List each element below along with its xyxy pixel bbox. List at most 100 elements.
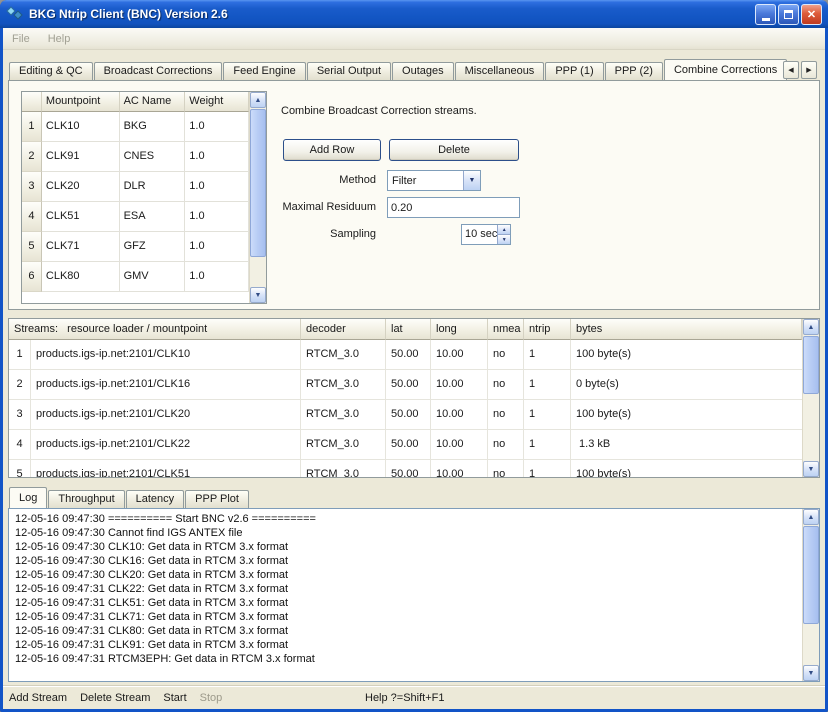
spin-down-icon[interactable]: ▼ bbox=[498, 235, 510, 244]
maximal-residuum-input[interactable] bbox=[387, 197, 520, 218]
delete-stream-action[interactable]: Delete Stream bbox=[80, 692, 150, 704]
scroll-up-icon[interactable]: ▲ bbox=[803, 509, 819, 525]
col-long[interactable]: long bbox=[431, 319, 488, 340]
cell-bytes: 100 byte(s) bbox=[571, 340, 802, 370]
cell-long: 10.00 bbox=[431, 430, 488, 460]
cell-decoder: RTCM_3.0 bbox=[301, 430, 386, 460]
main-tabbar: Editing & QC Broadcast Corrections Feed … bbox=[9, 59, 788, 80]
cell-weight: 1.0 bbox=[185, 112, 249, 142]
scroll-up-icon[interactable]: ▲ bbox=[250, 92, 266, 108]
combine-table-scrollbar[interactable]: ▲ ▼ bbox=[249, 92, 266, 303]
tab-miscellaneous[interactable]: Miscellaneous bbox=[455, 62, 545, 80]
close-button[interactable]: ✕ bbox=[801, 4, 822, 25]
log-scrollbar[interactable]: ▲ ▼ bbox=[802, 509, 819, 681]
tab-editing-qc[interactable]: Editing & QC bbox=[9, 62, 93, 80]
tab-scroll-left-button[interactable]: ◀ bbox=[783, 61, 799, 79]
tab-broadcast-corrections[interactable]: Broadcast Corrections bbox=[94, 62, 223, 80]
cell-ac-name: GFZ bbox=[120, 232, 186, 262]
window-body: File Help Editing & QC Broadcast Correct… bbox=[3, 28, 825, 709]
tab-outages[interactable]: Outages bbox=[392, 62, 454, 80]
tab-ppp-1[interactable]: PPP (1) bbox=[545, 62, 603, 80]
col-weight[interactable]: Weight bbox=[185, 92, 249, 112]
combine-row[interactable]: 5 CLK71 GFZ 1.0 bbox=[22, 232, 249, 262]
bnc-app-icon bbox=[6, 6, 24, 22]
col-ac-name[interactable]: AC Name bbox=[120, 92, 186, 112]
titlebar[interactable]: BKG Ntrip Client (BNC) Version 2.6 ✕ bbox=[0, 0, 828, 28]
row-number: 2 bbox=[22, 142, 42, 172]
stop-action[interactable]: Stop bbox=[200, 692, 223, 704]
combine-row[interactable]: 4 CLK51 ESA 1.0 bbox=[22, 202, 249, 232]
scroll-up-icon[interactable]: ▲ bbox=[803, 319, 819, 335]
add-stream-action[interactable]: Add Stream bbox=[9, 692, 67, 704]
row-number: 1 bbox=[22, 112, 42, 142]
col-mountpoint[interactable]: Mountpoint bbox=[42, 92, 120, 112]
combine-row[interactable]: 6 CLK80 GMV 1.0 bbox=[22, 262, 249, 292]
cell-long: 10.00 bbox=[431, 460, 488, 477]
bottom-tabbar: Log Throughput Latency PPP Plot bbox=[9, 487, 250, 508]
col-nmea[interactable]: nmea bbox=[488, 319, 524, 340]
log-text: 12-05-16 09:47:30 ========== Start BNC v… bbox=[9, 509, 802, 681]
delete-button[interactable]: Delete bbox=[389, 139, 519, 161]
col-resource-loader[interactable]: Streams: resource loader / mountpoint bbox=[9, 319, 301, 340]
tab-scroll-right-button[interactable]: ▶ bbox=[801, 61, 817, 79]
col-bytes[interactable]: bytes bbox=[571, 319, 802, 340]
spin-up-icon[interactable]: ▲ bbox=[498, 225, 510, 235]
cell-ntrip: 1 bbox=[524, 400, 571, 430]
cell-ac-name: BKG bbox=[120, 112, 186, 142]
scroll-down-icon[interactable]: ▼ bbox=[803, 665, 819, 681]
col-ntrip[interactable]: ntrip bbox=[524, 319, 571, 340]
cell-decoder: RTCM_3.0 bbox=[301, 460, 386, 477]
combine-row[interactable]: 2 CLK91 CNES 1.0 bbox=[22, 142, 249, 172]
combine-row[interactable]: 3 CLK20 DLR 1.0 bbox=[22, 172, 249, 202]
spin-buttons: ▲ ▼ bbox=[497, 225, 510, 244]
tab-feed-engine[interactable]: Feed Engine bbox=[223, 62, 305, 80]
cell-mountpoint: CLK71 bbox=[42, 232, 120, 262]
menu-file[interactable]: File bbox=[3, 33, 39, 45]
stream-row[interactable]: 1 products.igs-ip.net:2101/CLK10 RTCM_3.… bbox=[9, 340, 802, 370]
cell-ac-name: GMV bbox=[120, 262, 186, 292]
tab-throughput[interactable]: Throughput bbox=[48, 490, 124, 508]
tab-log[interactable]: Log bbox=[9, 487, 47, 508]
sampling-value: 10 sec bbox=[462, 225, 497, 244]
cell-decoder: RTCM_3.0 bbox=[301, 370, 386, 400]
cell-mountpoint: CLK20 bbox=[42, 172, 120, 202]
start-action[interactable]: Start bbox=[163, 692, 186, 704]
tab-ppp-2[interactable]: PPP (2) bbox=[605, 62, 663, 80]
stream-row[interactable]: 3 products.igs-ip.net:2101/CLK20 RTCM_3.… bbox=[9, 400, 802, 430]
scrollbar-thumb[interactable] bbox=[803, 336, 819, 394]
add-row-button[interactable]: Add Row bbox=[283, 139, 381, 161]
cell-long: 10.00 bbox=[431, 340, 488, 370]
scroll-down-icon[interactable]: ▼ bbox=[803, 461, 819, 477]
corner-header-cell bbox=[22, 92, 42, 112]
cell-ntrip: 1 bbox=[524, 370, 571, 400]
tab-serial-output[interactable]: Serial Output bbox=[307, 62, 391, 80]
col-decoder[interactable]: decoder bbox=[301, 319, 386, 340]
app-window: BKG Ntrip Client (BNC) Version 2.6 ✕ Fil… bbox=[0, 0, 828, 712]
cell-mountpoint: products.igs-ip.net:2101/CLK10 bbox=[31, 340, 301, 370]
menu-help[interactable]: Help bbox=[39, 33, 80, 45]
method-combobox[interactable]: Filter ▼ bbox=[387, 170, 481, 191]
tab-scroll-buttons: ◀ ▶ bbox=[783, 61, 817, 79]
maximize-button[interactable] bbox=[778, 4, 799, 25]
scrollbar-thumb[interactable] bbox=[250, 109, 266, 257]
tab-combine-corrections[interactable]: Combine Corrections bbox=[664, 59, 787, 80]
stream-row[interactable]: 4 products.igs-ip.net:2101/CLK22 RTCM_3.… bbox=[9, 430, 802, 460]
stream-row[interactable]: 5 products.igs-ip.net:2101/CLK51 RTCM_3.… bbox=[9, 460, 802, 477]
col-lat[interactable]: lat bbox=[386, 319, 431, 340]
chevron-down-icon[interactable]: ▼ bbox=[463, 171, 480, 190]
scroll-down-icon[interactable]: ▼ bbox=[250, 287, 266, 303]
tab-latency[interactable]: Latency bbox=[126, 490, 185, 508]
cell-lat: 50.00 bbox=[386, 370, 431, 400]
statusbar: Add Stream Delete Stream Start Stop Help… bbox=[3, 685, 825, 709]
cell-bytes: 0 byte(s) bbox=[571, 370, 802, 400]
combine-row[interactable]: 1 CLK10 BKG 1.0 bbox=[22, 112, 249, 142]
sampling-spinbox[interactable]: 10 sec ▲ ▼ bbox=[461, 224, 511, 245]
help-hint: Help ?=Shift+F1 bbox=[365, 692, 445, 704]
minimize-button[interactable] bbox=[755, 4, 776, 25]
streams-scrollbar[interactable]: ▲ ▼ bbox=[802, 319, 819, 477]
window-controls: ✕ bbox=[755, 4, 822, 25]
cell-nmea: no bbox=[488, 340, 524, 370]
stream-row[interactable]: 2 products.igs-ip.net:2101/CLK16 RTCM_3.… bbox=[9, 370, 802, 400]
tab-ppp-plot[interactable]: PPP Plot bbox=[185, 490, 249, 508]
scrollbar-thumb[interactable] bbox=[803, 526, 819, 624]
